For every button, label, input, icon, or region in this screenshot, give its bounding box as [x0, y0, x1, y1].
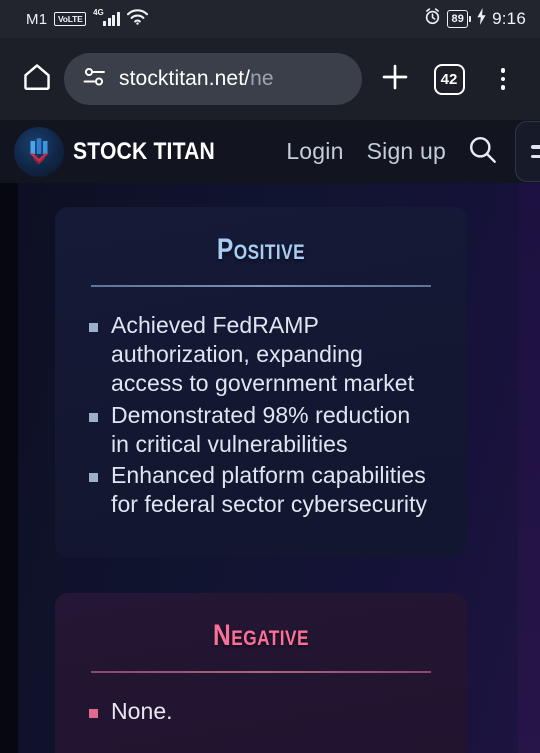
status-bar: M1 VoLTE 4G 89 9:16: [0, 0, 540, 38]
bullet-square-icon: [89, 708, 98, 718]
network-generation-label: 4G: [93, 8, 104, 17]
volte-badge: VoLTE: [54, 11, 87, 27]
url-bar[interactable]: stocktitan.net/ne: [64, 53, 362, 105]
page-right-edge-strip: [518, 183, 540, 753]
url-text: stocktitan.net/ne: [119, 67, 274, 91]
list-item-text: Enhanced platform capabilities for feder…: [111, 462, 428, 518]
phone-screen: M1 VoLTE 4G 89 9:16 stocktitan.net/ne 42…: [0, 0, 540, 753]
list-item: Enhanced platform capabilities for feder…: [89, 461, 433, 520]
hamburger-line: [530, 154, 540, 158]
browser-toolbar: stocktitan.net/ne 42: [0, 38, 540, 120]
negative-card-title: Negative: [212, 619, 310, 652]
signal-bars: [103, 12, 120, 26]
hamburger-menu-button[interactable]: [515, 121, 540, 182]
positive-card-title: Positive: [216, 233, 306, 266]
stock-titan-logo-icon[interactable]: [14, 126, 64, 177]
status-bar-right: 89 9:16: [424, 8, 526, 30]
positive-bullet-list: Achieved FedRAMP authorization, expandin…: [89, 311, 433, 520]
battery-indicator: 89: [447, 10, 472, 28]
hamburger-line: [530, 145, 540, 149]
list-item: None.: [89, 697, 433, 726]
carrier-label: M1: [26, 10, 48, 28]
list-item-text: Demonstrated 98% reduction in critical v…: [111, 401, 411, 457]
negative-card: Negative None.: [55, 593, 467, 753]
signal-strength-icon: 4G: [93, 8, 120, 26]
three-dot-menu-icon: [500, 68, 506, 90]
tab-switcher-button[interactable]: 42: [422, 63, 476, 95]
url-host: stocktitan.net/: [119, 67, 251, 90]
search-icon: [467, 134, 498, 170]
positive-card: Positive Achieved FedRAMP authorization,…: [55, 207, 467, 557]
bullet-square-icon: [89, 473, 98, 483]
charging-bolt-icon: [477, 8, 486, 30]
negative-card-divider: [91, 671, 431, 673]
search-button[interactable]: [467, 134, 498, 170]
login-link[interactable]: Login: [286, 138, 343, 165]
home-icon: [22, 62, 52, 97]
site-header: STOCK TITAN Login Sign up: [0, 120, 540, 183]
brand-title: STOCK TITAN: [73, 137, 215, 165]
wifi-icon: [126, 8, 148, 30]
page-content-area: Positive Achieved FedRAMP authorization,…: [18, 183, 518, 753]
tab-count-label: 42: [433, 63, 465, 95]
signup-link[interactable]: Sign up: [367, 138, 446, 165]
bullet-square-icon: [89, 322, 98, 332]
battery-level-label: 89: [447, 10, 469, 28]
browser-menu-button[interactable]: [476, 68, 530, 90]
negative-bullet-list: None.: [89, 697, 433, 726]
clock-label: 9:16: [492, 9, 526, 28]
home-button[interactable]: [10, 62, 64, 97]
status-bar-left: M1 VoLTE 4G: [26, 9, 148, 30]
list-item: Demonstrated 98% reduction in critical v…: [89, 401, 433, 460]
plus-icon: [380, 62, 410, 97]
list-item-text: Achieved FedRAMP authorization, expandin…: [111, 311, 415, 397]
list-item-text: None.: [111, 697, 173, 724]
alarm-icon: [424, 8, 441, 30]
list-item: Achieved FedRAMP authorization, expandin…: [89, 311, 433, 399]
page-info-icon[interactable]: [82, 66, 108, 93]
new-tab-button[interactable]: [368, 62, 422, 97]
battery-nub: [469, 16, 472, 22]
page-body: Positive Achieved FedRAMP authorization,…: [0, 183, 540, 753]
positive-card-divider: [91, 285, 431, 287]
bullet-square-icon: [89, 412, 98, 422]
url-path-dim: ne: [250, 67, 274, 90]
